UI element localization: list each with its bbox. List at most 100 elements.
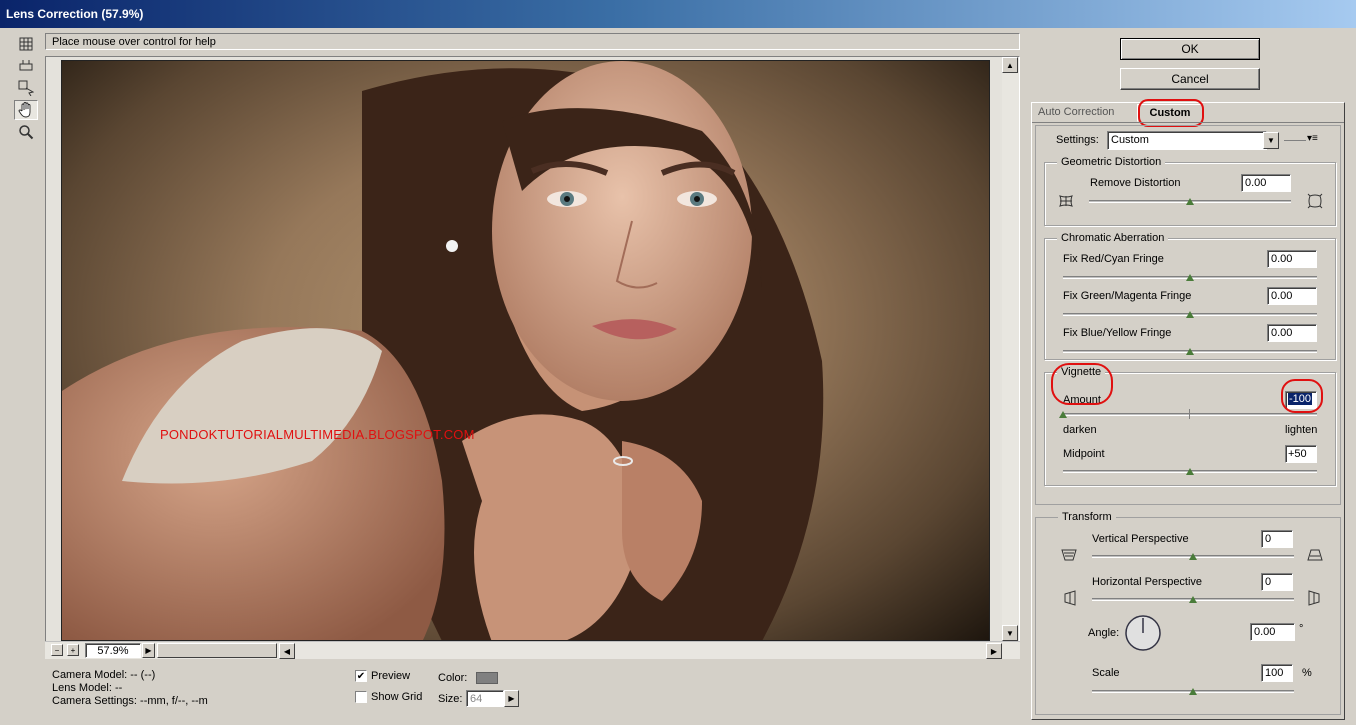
blue-yellow-thumb[interactable]	[1186, 348, 1194, 355]
grid-size-menu-button[interactable]: ▶	[504, 690, 519, 707]
grid-distort-icon	[19, 37, 33, 51]
camera-model: Camera Model: -- (--)	[52, 669, 156, 681]
settings-value: Custom	[1111, 134, 1149, 146]
green-magenta-field[interactable]: 0.00	[1267, 287, 1317, 305]
window-title: Lens Correction (57.9%)	[0, 0, 1356, 28]
horizontal-perspective-field[interactable]: 0	[1261, 573, 1293, 591]
scroll-left-button[interactable]: ◀	[279, 643, 295, 659]
portrait-photo	[62, 61, 824, 640]
preview-checkbox[interactable]: ✔	[355, 670, 367, 682]
vignette-midpoint-label: Midpoint	[1063, 448, 1105, 460]
angle-label: Angle:	[1088, 627, 1120, 639]
geometric-distortion-title: Geometric Distortion	[1057, 156, 1166, 168]
zoom-bar: − + 57.9% ▶ ◀ ▶	[45, 641, 1020, 659]
vignette-midpoint-field[interactable]: +50	[1285, 445, 1317, 463]
horizontal-perspective-label: Horizontal Perspective	[1092, 576, 1203, 588]
blue-yellow-field[interactable]: 0.00	[1267, 324, 1317, 342]
zoom-out-button[interactable]: −	[51, 644, 63, 656]
custom-settings-box: Settings: Custom ▼ ▾≡ Geometric Distorti…	[1035, 125, 1341, 505]
horizontal-perspective-right-icon	[1308, 590, 1320, 606]
tool-palette	[14, 34, 40, 142]
angle-unit: °	[1299, 623, 1304, 635]
vertical-perspective-thumb[interactable]	[1189, 553, 1197, 560]
preview-label: Preview	[371, 670, 411, 682]
angle-dial[interactable]	[1124, 614, 1162, 652]
vignette-amount-slider[interactable]	[1063, 413, 1317, 416]
zoom-menu-button[interactable]: ▶	[142, 643, 155, 658]
settings-panel: Auto Correction Custom Settings: Custom …	[1031, 99, 1345, 720]
vertical-scrollbar[interactable]: ▲ ▼	[1002, 57, 1019, 641]
straighten-tool[interactable]	[14, 56, 38, 76]
move-grid-icon	[18, 80, 34, 96]
scroll-up-button[interactable]: ▲	[1002, 57, 1018, 73]
settings-label: Settings:	[1056, 134, 1099, 146]
transform-group: Transform Vertical Perspective 0 Horizon…	[1035, 511, 1341, 715]
tab-auto-correction[interactable]: Auto Correction	[1038, 106, 1114, 118]
red-cyan-field[interactable]: 0.00	[1267, 250, 1317, 268]
help-bar: Place mouse over control for help	[45, 33, 1020, 50]
hand-tool[interactable]	[14, 100, 38, 120]
zoom-tool[interactable]	[14, 122, 38, 142]
grid-size-label: Size:	[438, 693, 463, 705]
grid-color-label: Color:	[438, 672, 468, 684]
vertical-perspective-field[interactable]: 0	[1261, 530, 1293, 548]
camera-settings: Camera Settings: --mm, f/--, --m	[52, 695, 208, 707]
scale-unit: %	[1302, 667, 1312, 679]
chromatic-aberration-title: Chromatic Aberration	[1057, 232, 1169, 244]
barrel-icon	[1307, 193, 1323, 209]
zoom-in-icon: +	[70, 645, 76, 655]
show-grid-option[interactable]: Show Grid	[355, 691, 422, 703]
red-cyan-label: Fix Red/Cyan Fringe	[1063, 253, 1164, 265]
lens-model: Lens Model: --	[52, 682, 123, 694]
scale-thumb[interactable]	[1189, 688, 1197, 695]
angle-field[interactable]: 0.00	[1250, 623, 1295, 641]
grid-size-field[interactable]: 64	[466, 690, 504, 707]
move-grid-tool[interactable]	[14, 78, 38, 98]
cancel-button[interactable]: Cancel	[1120, 68, 1260, 90]
settings-menu-icon[interactable]: ▾≡	[1307, 133, 1318, 144]
settings-select[interactable]: Custom	[1107, 131, 1267, 150]
preview-image[interactable]: PONDOKTUTORIALMULTIMEDIA.BLOGSPOT.COM	[61, 60, 990, 641]
zoom-out-icon: −	[54, 645, 60, 655]
scale-field[interactable]: 100	[1261, 664, 1293, 682]
vertical-perspective-left-icon	[1061, 549, 1077, 561]
show-grid-checkbox[interactable]	[355, 691, 367, 703]
preview-option[interactable]: ✔ Preview	[355, 670, 410, 682]
scroll-right-button[interactable]: ▶	[986, 643, 1002, 659]
pincushion-icon	[1059, 195, 1073, 207]
camera-info: Camera Model: -- (--) Lens Model: -- Cam…	[52, 669, 208, 708]
show-grid-label: Show Grid	[371, 691, 423, 703]
vignette-midpoint-thumb[interactable]	[1186, 468, 1194, 475]
blue-yellow-label: Fix Blue/Yellow Fringe	[1063, 327, 1172, 339]
ok-button[interactable]: OK	[1120, 38, 1260, 60]
chromatic-aberration-group: Chromatic Aberration Fix Red/Cyan Fringe…	[1044, 232, 1336, 360]
green-magenta-thumb[interactable]	[1186, 311, 1194, 318]
straighten-icon	[19, 60, 33, 71]
vertical-perspective-right-icon	[1307, 549, 1323, 561]
vignette-group: Vignette Amount -100 darken lighten Midp…	[1044, 363, 1336, 486]
horizontal-scroll-thumb[interactable]	[157, 643, 277, 658]
preview-area[interactable]: PONDOKTUTORIALMULTIMEDIA.BLOGSPOT.COM ▲ …	[45, 56, 1020, 658]
zoom-in-button[interactable]: +	[67, 644, 79, 656]
settings-dropdown-button[interactable]: ▼	[1263, 132, 1279, 149]
vignette-amount-center-tick	[1189, 409, 1190, 419]
remove-distortion-label: Remove Distortion	[1090, 177, 1181, 189]
remove-distortion-tool[interactable]	[14, 34, 38, 54]
settings-line	[1284, 140, 1306, 141]
vignette-amount-thumb[interactable]	[1059, 411, 1067, 418]
horizontal-perspective-left-icon	[1064, 590, 1076, 606]
vignette-lighten-label: lighten	[1285, 424, 1318, 436]
red-cyan-thumb[interactable]	[1186, 274, 1194, 281]
tab-divider	[1032, 122, 1344, 123]
zoom-level-field[interactable]: 57.9%	[85, 643, 141, 658]
vertical-perspective-label: Vertical Perspective	[1092, 533, 1189, 545]
hand-icon	[18, 102, 31, 118]
grid-color-swatch[interactable]	[476, 672, 498, 684]
remove-distortion-field[interactable]: 0.00	[1241, 174, 1291, 192]
watermark-text: PONDOKTUTORIALMULTIMEDIA.BLOGSPOT.COM	[160, 427, 475, 442]
geometric-distortion-group: Geometric Distortion Remove Distortion 0…	[1044, 156, 1336, 226]
transform-title: Transform	[1058, 511, 1116, 523]
remove-distortion-thumb[interactable]	[1186, 198, 1194, 205]
horizontal-perspective-thumb[interactable]	[1189, 596, 1197, 603]
scroll-down-button[interactable]: ▼	[1002, 625, 1018, 641]
